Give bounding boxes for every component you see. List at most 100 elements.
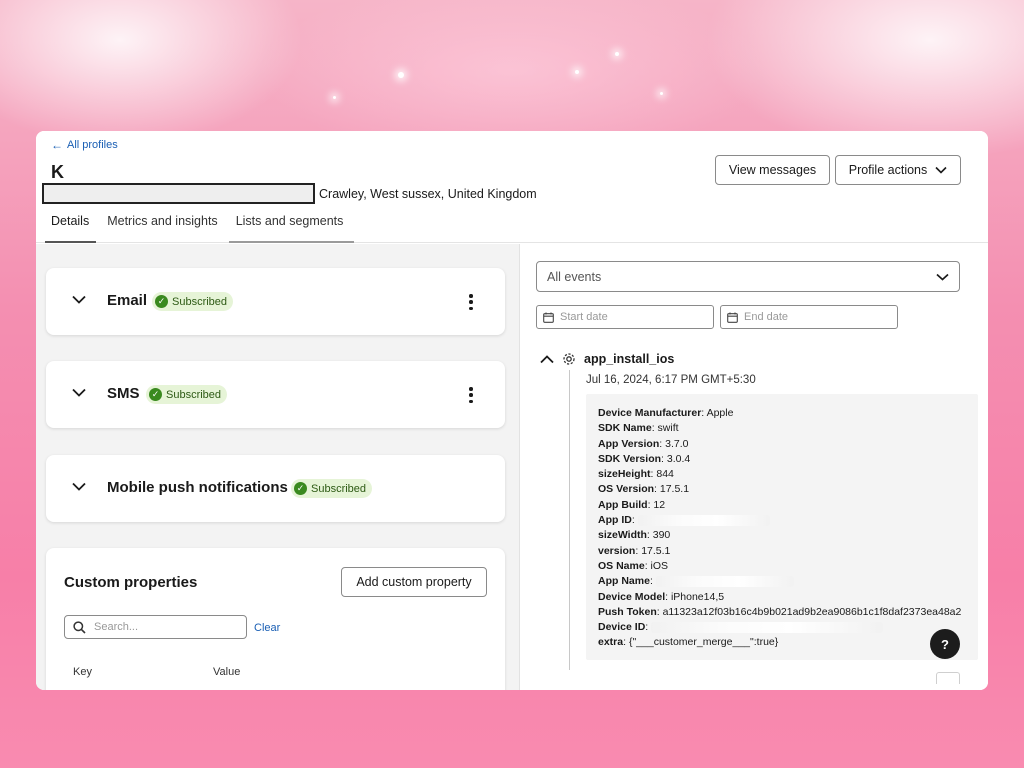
event-filter-select[interactable]: All events [536,261,960,292]
clear-search-link[interactable]: Clear [254,622,280,634]
channel-title: Email [107,292,148,309]
event-timestamp: Jul 16, 2024, 6:17 PM GMT+5:30 [586,374,756,386]
sparkle [660,92,663,95]
event-name: app_install_ios [584,352,675,366]
property-key: App Version [598,437,660,450]
property-key: App Build [598,498,648,511]
property-key: Device Manufacturer [598,407,702,419]
status-label: Subscribed [166,388,222,401]
sparkle [575,70,579,74]
chevron-up-icon[interactable] [540,354,554,364]
event-property: App Name: [598,574,966,589]
email-channel-card: Email ✓ Subscribed [46,268,505,335]
end-date-input[interactable]: End date [720,305,898,329]
more-options-icon[interactable] [465,385,477,405]
chevron-down-icon[interactable] [72,295,86,304]
property-key: sizeWidth [598,529,647,542]
property-key: OS Name [598,559,645,572]
add-custom-property-button[interactable]: Add custom property [341,567,487,597]
event-property: App Build: 12 [598,498,666,511]
event-property: Device Model: iPhone14,5 [598,590,725,603]
event-header: app_install_ios [540,352,674,366]
status-badge: ✓ Subscribed [291,479,373,498]
column-header-value: Value [213,666,241,678]
sms-channel-card: SMS ✓ Subscribed [46,361,505,428]
property-key: App ID [598,514,632,527]
calendar-icon [543,312,554,323]
event-property: Device ID: [598,620,966,635]
sparkle [333,96,336,99]
profile-actions-button[interactable]: Profile actions [835,155,961,185]
redacted-field [42,183,315,204]
custom-properties-card: Custom properties Add custom property Cl… [46,548,505,690]
redacted-value [655,575,794,587]
tab-metrics-and-insights[interactable]: Metrics and insights [98,214,226,243]
next-event-options-button[interactable] [936,672,960,684]
redacted-value [637,514,770,526]
property-key: Device ID [598,621,646,634]
more-options-icon[interactable] [465,292,477,312]
details-pane: Email ✓ Subscribed SMS ✓ Subscribed Mobi… [36,244,519,690]
tab-lists-and-segments[interactable]: Lists and segments [227,214,355,243]
tab-lists-label: Lists and segments [235,214,344,228]
help-button[interactable]: ? [930,629,960,659]
property-key: OS Version [598,483,655,496]
property-key: App Name [598,575,650,588]
view-messages-label: View messages [728,163,817,177]
column-header-key: Key [73,666,92,678]
timeline-line [569,370,570,670]
property-value: a11323a12f03b16c4b9b021ad9b2ea9086b1c1f8… [662,605,962,618]
profile-actions-label: Profile actions [848,163,928,177]
view-messages-button[interactable]: View messages [715,155,830,185]
event-property: Device Manufacturer: Apple [598,407,734,419]
profile-card: ← All profiles K Crawley, West sussex, U… [36,131,988,690]
property-key: extra [598,636,624,649]
event-property: version: 17.5.1 [598,544,671,557]
property-key: Push Token [598,605,657,618]
event-property: App ID: [598,513,966,528]
profile-location: Crawley, West sussex, United Kingdom [319,187,537,201]
start-date-placeholder: Start date [560,311,608,323]
profile-tabs: Details Metrics and insights Lists and s… [42,214,355,243]
property-search-input[interactable] [94,621,234,633]
tab-metrics-label: Metrics and insights [107,214,218,228]
property-value: {"___customer_merge___":true} [628,636,779,649]
check-icon: ✓ [155,295,168,308]
push-channel-card: Mobile push notifications ✓ Subscribed [46,455,505,522]
event-filter-value: All events [547,269,602,284]
property-value: 3.0.4 [666,452,691,465]
activity-pane: All events Start date End date app_insta… [520,244,988,690]
event-property: sizeHeight: 844 [598,468,674,481]
profile-name: K [51,162,64,182]
end-date-placeholder: End date [744,311,789,323]
property-value: Apple [706,407,734,419]
event-property: OS Name: iOS [598,559,669,572]
chevron-down-icon[interactable] [72,482,86,491]
back-to-profiles-link[interactable]: ← All profiles [51,138,118,152]
property-key: version [598,544,636,557]
start-date-input[interactable]: Start date [536,305,714,329]
property-value: 844 [656,468,674,481]
status-label: Subscribed [172,295,228,308]
profile-header: ← All profiles K Crawley, West sussex, U… [36,131,988,243]
event-property: OS Version: 17.5.1 [598,483,690,496]
event-property: SDK Name: swift [598,422,679,435]
channel-title: SMS [107,385,140,402]
event-properties: Device Manufacturer: Apple SDK Name: swi… [586,394,978,660]
chevron-down-icon[interactable] [72,388,86,397]
gear-icon [563,353,575,365]
custom-properties-title: Custom properties [64,574,198,591]
property-value: 12 [653,498,666,511]
event-property: App Version: 3.7.0 [598,437,689,450]
chevron-down-icon [935,166,947,174]
tab-details[interactable]: Details [42,214,98,243]
property-value: iPhone14,5 [670,590,725,603]
sparkle [615,52,619,56]
status-badge: ✓ Subscribed [146,385,228,404]
redacted-value [651,621,884,633]
arrow-left-icon: ← [51,138,63,152]
event-property: SDK Version: 3.0.4 [598,452,691,465]
property-value: 3.7.0 [665,437,689,450]
tab-details-label: Details [51,214,90,228]
property-value: 17.5.1 [659,483,690,496]
